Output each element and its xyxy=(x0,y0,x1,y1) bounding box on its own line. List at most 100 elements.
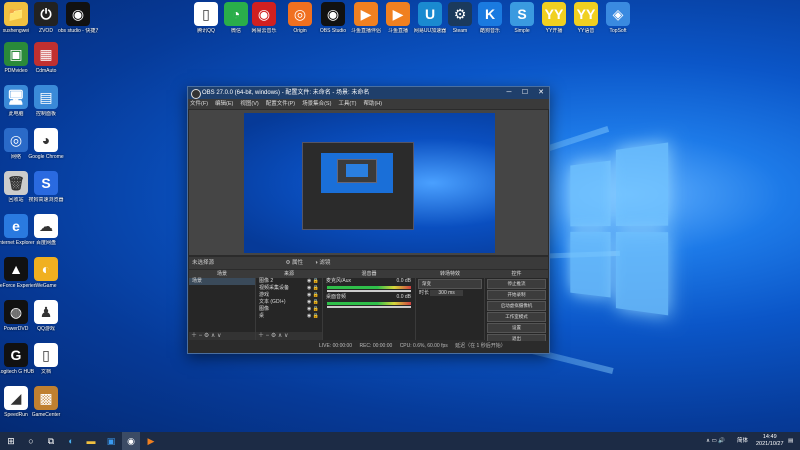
left-desktop-icon[interactable]: ◕ Google Chrome xyxy=(26,128,66,160)
menu-item[interactable]: 工具(T) xyxy=(338,101,356,107)
source-item[interactable]: 图像 ◉ 🔒 xyxy=(256,306,322,313)
eye-icon[interactable]: ◉ 🔒 xyxy=(307,285,319,292)
obs-logo-icon xyxy=(191,89,201,99)
menu-item[interactable]: 场景集合(S) xyxy=(302,101,331,107)
app-icon: 🗑 xyxy=(4,171,28,195)
rec-time: REC: 00:00:00 xyxy=(359,343,392,349)
app-icon: ⚙ xyxy=(448,2,472,26)
obs-docks: 场景 场景 ＋ − ⚙ ∧ ∨ 来源 图像 2 ◉ 🔒 视频采集设备 ◉ 🔒 游戏 ◉ 🔒… xyxy=(189,270,548,340)
app-icon: ◎ xyxy=(288,2,312,26)
desktop-icon-label: WeGame xyxy=(26,283,66,289)
control-button[interactable]: 设置 xyxy=(487,323,546,333)
top-desktop-icon[interactable]: ◈ TopSoft xyxy=(598,2,638,34)
live-time: LIVE: 00:00:00 xyxy=(319,343,352,349)
app-icon: ▯ xyxy=(194,2,218,26)
left-desktop-icon[interactable]: ▦ CdmAuto xyxy=(26,42,66,74)
left-desktop-icon[interactable]: ◉ obs studio - 快捷方式 xyxy=(58,2,98,34)
eye-icon[interactable]: ◉ 🔒 xyxy=(307,306,319,313)
eye-icon[interactable]: ◉ 🔒 xyxy=(307,278,319,285)
transitions-dock: 转场特效 渐变 时长 300 ms xyxy=(416,270,485,340)
app-icon: S xyxy=(510,2,534,26)
menu-item[interactable]: 视图(V) xyxy=(240,101,258,107)
control-button[interactable]: 开始录制 xyxy=(487,290,546,300)
transition-select[interactable]: 渐变 xyxy=(418,279,482,289)
top-desktop-icon[interactable]: ◉ 网易云音乐 xyxy=(244,2,284,34)
nested-obs-preview xyxy=(302,142,414,230)
app-icon: ▤ xyxy=(34,85,58,109)
scenes-header: 场景 xyxy=(189,270,255,278)
volume-slider[interactable] xyxy=(327,306,411,308)
menu-item[interactable]: 文件(F) xyxy=(190,101,208,107)
app-icon: ◕ xyxy=(34,128,58,152)
volume-slider[interactable] xyxy=(327,290,411,292)
search-icon[interactable]: ○ xyxy=(22,432,40,450)
file-explorer-icon[interactable]: ▬ xyxy=(82,432,100,450)
no-source-label: 未选择源 xyxy=(192,260,214,266)
edge-icon[interactable]: ◐ xyxy=(62,432,80,450)
left-desktop-icon[interactable]: ☁ 百度网盘 xyxy=(26,214,66,246)
left-desktop-icon[interactable]: ◐ WeGame xyxy=(26,257,66,289)
app-icon: 📁 xyxy=(4,2,28,26)
notification-icon[interactable]: ▤ xyxy=(788,432,793,450)
maximize-icon[interactable]: ☐ xyxy=(517,87,533,99)
app-icon: ▣ xyxy=(4,42,28,66)
properties-button[interactable]: ⚙ 属性 xyxy=(286,260,303,266)
transitions-header: 转场特效 xyxy=(416,270,484,278)
left-desktop-icon[interactable]: ♟ QQ游戏 xyxy=(26,300,66,332)
obs-window[interactable]: OBS 27.0.0 (64-bit, windows) - 配置文件: 未命名… xyxy=(187,86,550,354)
douyu-taskbar-icon[interactable]: ▶ xyxy=(142,432,160,450)
preview-scene xyxy=(244,113,495,253)
app-icon: e xyxy=(4,214,28,238)
task-view-icon[interactable]: ⧉ xyxy=(42,432,60,450)
sources-controls[interactable]: ＋ − ⚙ ∧ ∨ xyxy=(256,332,322,340)
source-item[interactable]: 文本 (GDI+) ◉ 🔒 xyxy=(256,299,322,306)
desktop-icon-label: 搜狗高速浏览器 xyxy=(26,197,66,203)
close-icon[interactable]: ✕ xyxy=(533,87,549,99)
app-icon: K xyxy=(478,2,502,26)
tray-icons[interactable]: ∧ ▭ 🔊 xyxy=(706,432,725,450)
app-icon: ▶ xyxy=(386,2,410,26)
source-item[interactable]: 图像 2 ◉ 🔒 xyxy=(256,278,322,285)
source-item[interactable]: 游戏 ◉ 🔒 xyxy=(256,292,322,299)
eye-icon[interactable]: ◉ 🔒 xyxy=(307,299,319,306)
taskbar: ⊞ ○ ⧉ ◐ ▬ ▣ ◉ ▶ ∧ ▭ 🔊 简体 14:49 2021/10/27… xyxy=(0,432,800,450)
audio-meter xyxy=(327,302,411,305)
app-icon: ◍ xyxy=(4,300,28,324)
scenes-dock: 场景 场景 ＋ − ⚙ ∧ ∨ xyxy=(189,270,256,340)
obs-title: OBS 27.0.0 (64-bit, windows) - 配置文件: 未命名… xyxy=(202,90,369,96)
left-desktop-icon[interactable]: ▤ 控制面板 xyxy=(26,85,66,117)
control-button[interactable]: 启动虚拟摄像机 xyxy=(487,301,546,311)
source-item[interactable]: 视频采集设备 ◉ 🔒 xyxy=(256,285,322,292)
store-icon[interactable]: ▣ xyxy=(102,432,120,450)
app-icon: ◉ xyxy=(252,2,276,26)
obs-titlebar[interactable]: OBS 27.0.0 (64-bit, windows) - 配置文件: 未命名… xyxy=(188,87,549,99)
source-item[interactable]: 桌 ◉ 🔒 xyxy=(256,313,322,320)
app-icon: S xyxy=(34,171,58,195)
menu-item[interactable]: 配置文件(P) xyxy=(266,101,295,107)
control-button[interactable]: 工作室模式 xyxy=(487,312,546,322)
transition-duration[interactable]: 时长 300 ms xyxy=(416,290,484,297)
control-button[interactable]: 停止推流 xyxy=(487,279,546,289)
eye-icon[interactable]: ◉ 🔒 xyxy=(307,292,319,299)
obs-preview[interactable] xyxy=(189,110,548,255)
eye-icon[interactable]: ◉ 🔒 xyxy=(307,313,319,320)
minimize-icon[interactable]: ─ xyxy=(501,87,517,99)
left-desktop-icon[interactable]: ▯ 文档 xyxy=(26,343,66,375)
controls-dock: 控件 停止推流 开始录制 启动虚拟摄像机 工作室模式 设置 退出 xyxy=(485,270,548,340)
left-desktop-icon[interactable]: ▩ GameCenter xyxy=(26,386,66,418)
app-icon: ◉ xyxy=(321,2,345,26)
scenes-controls[interactable]: ＋ − ⚙ ∧ ∨ xyxy=(189,332,255,340)
desktop-icon-label: QQ游戏 xyxy=(26,326,66,332)
left-desktop-icon[interactable]: S 搜狗高速浏览器 xyxy=(26,171,66,203)
ime-indicator[interactable]: 简体 xyxy=(737,432,748,450)
obs-taskbar-icon[interactable]: ◉ xyxy=(122,432,140,450)
desktop-icon-label: obs studio - 快捷方式 xyxy=(58,28,98,34)
scene-item[interactable]: 场景 xyxy=(189,278,255,285)
clock[interactable]: 14:49 2021/10/27 xyxy=(756,434,784,448)
menu-item[interactable]: 编辑(E) xyxy=(215,101,233,107)
app-icon: ⏻ xyxy=(34,2,58,26)
menu-item[interactable]: 帮助(H) xyxy=(363,101,382,107)
filters-button[interactable]: ◑ 滤镜 xyxy=(315,260,331,266)
start-icon[interactable]: ⊞ xyxy=(2,432,20,450)
desktop-icon-label: 文档 xyxy=(26,369,66,375)
